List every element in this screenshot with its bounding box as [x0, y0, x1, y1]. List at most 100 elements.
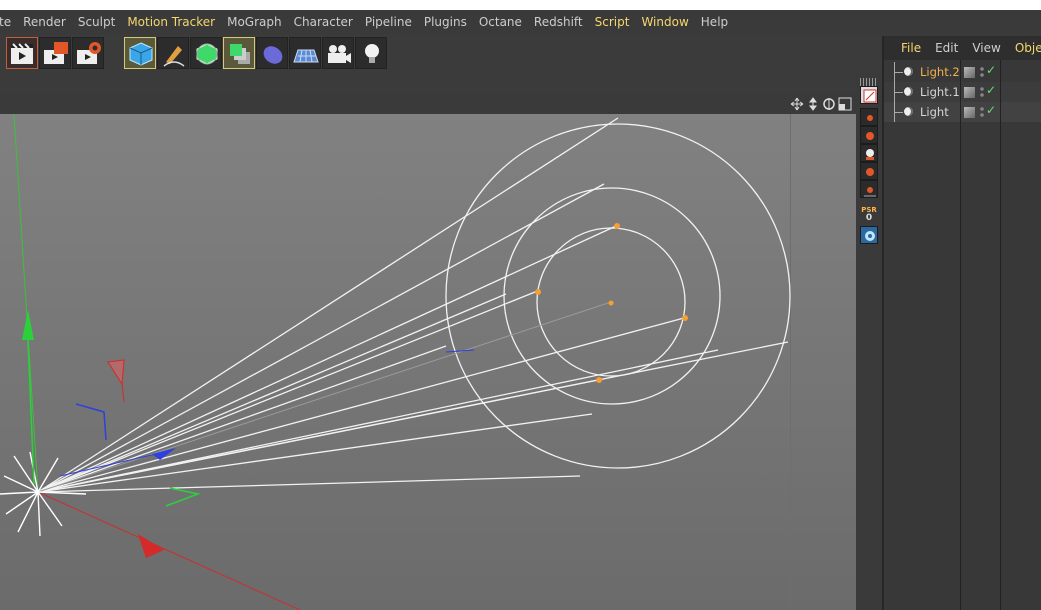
menu-mograph[interactable]: MoGraph — [221, 10, 288, 34]
object-name[interactable]: Light.1 — [920, 85, 960, 99]
render-view-button[interactable] — [6, 37, 38, 69]
camera-icon — [328, 45, 351, 63]
light-direction-line — [37, 301, 612, 493]
menu-plugins[interactable]: Plugins — [418, 10, 473, 34]
object-manager-menu: File Edit View Obje — [882, 36, 1041, 60]
psr-value: 0 — [865, 213, 873, 223]
menu-help[interactable]: Help — [695, 10, 734, 34]
render-tool-group — [6, 37, 104, 71]
om-menu-view[interactable]: View — [965, 41, 1007, 55]
move-handle-icon — [867, 115, 873, 121]
layer-tag-icon[interactable] — [964, 107, 975, 118]
main-toolbar — [0, 34, 882, 94]
om-menu-edit[interactable]: Edit — [928, 41, 965, 55]
vertical-tool-strip: PSR 0 — [856, 74, 882, 610]
move-arrows-icon — [790, 97, 804, 111]
menu-script[interactable]: Script — [589, 10, 636, 34]
menu-redshift[interactable]: Redshift — [528, 10, 589, 34]
object-row-light-1[interactable]: Light.1 ✓ — [882, 82, 1041, 102]
psr-indicator[interactable]: PSR 0 — [860, 206, 878, 223]
column-divider[interactable] — [1000, 60, 1001, 610]
maximize-view-icon — [838, 97, 852, 111]
spot-light-cone — [37, 117, 791, 493]
deformer-icon — [263, 46, 283, 64]
light-handles[interactable] — [535, 223, 688, 383]
viewport-navigation — [790, 96, 852, 112]
viewport-mode-button[interactable] — [860, 86, 878, 104]
viewport-header — [0, 94, 856, 114]
light-button[interactable] — [355, 37, 387, 69]
light-object-icon — [904, 107, 913, 116]
cube-button[interactable] — [124, 37, 156, 69]
strip-tool-2[interactable] — [860, 126, 878, 144]
xy-plane-stem — [121, 383, 125, 403]
menu-sculpt[interactable]: Sculpt — [72, 10, 121, 34]
strip-tool-4[interactable] — [860, 162, 878, 180]
menu-create[interactable]: te — [0, 10, 17, 34]
render-picture-viewer-icon — [44, 42, 68, 64]
viewport-scene — [0, 114, 791, 610]
yz-plane-handle[interactable] — [75, 403, 107, 441]
visibility-dots-icon[interactable] — [980, 66, 984, 78]
render-settings-button[interactable] — [72, 37, 104, 69]
menu-pipeline[interactable]: Pipeline — [359, 10, 418, 34]
render-settings-icon — [77, 42, 101, 64]
pen-button[interactable] — [157, 37, 189, 69]
rotate-view-icon — [823, 98, 835, 110]
light-bulb-icon — [365, 44, 379, 63]
main-menu-bar: te Render Sculpt Motion Tracker MoGraph … — [0, 10, 1041, 34]
move-view-button[interactable] — [790, 96, 804, 112]
edge-mode-icon — [864, 187, 876, 197]
y-axis-arrow-icon[interactable] — [22, 310, 34, 340]
layer-tag-icon[interactable] — [964, 87, 975, 98]
cloner-button[interactable] — [223, 37, 255, 69]
om-menu-file[interactable]: File — [894, 41, 928, 55]
menu-render[interactable]: Render — [17, 10, 72, 34]
snap-settings-button[interactable] — [860, 226, 878, 244]
x-axis-arrow-icon[interactable] — [138, 534, 164, 558]
object-row-light[interactable]: Light ✓ — [882, 102, 1041, 122]
toggle-view-button[interactable] — [838, 96, 852, 112]
layer-tag-icon[interactable] — [964, 67, 975, 78]
light-object-icon — [904, 87, 913, 96]
menu-window[interactable]: Window — [635, 10, 694, 34]
strip-tool-1[interactable] — [860, 108, 878, 126]
subdivision-button[interactable] — [190, 37, 222, 69]
rotate-handle-icon — [866, 149, 874, 160]
zoom-arrows-icon — [809, 97, 817, 111]
visibility-dots-icon[interactable] — [980, 86, 984, 98]
rotate-view-button[interactable] — [822, 96, 836, 112]
column-divider[interactable] — [960, 60, 961, 610]
strip-tool-3[interactable] — [860, 144, 878, 162]
floor-button[interactable] — [289, 37, 321, 69]
object-name[interactable]: Light.2 — [920, 65, 960, 79]
xz-plane-handle[interactable] — [165, 487, 201, 507]
strip-grip — [860, 78, 878, 86]
menu-octane[interactable]: Octane — [473, 10, 528, 34]
gear-icon — [865, 231, 875, 241]
strip-tool-5[interactable] — [860, 180, 878, 198]
light-object-icon — [904, 67, 913, 76]
zoom-view-button[interactable] — [806, 96, 820, 112]
deformer-button[interactable] — [256, 37, 288, 69]
enabled-check-icon[interactable]: ✓ — [986, 63, 996, 77]
visibility-dots-icon[interactable] — [980, 106, 984, 118]
object-row-light-2[interactable]: Light.2 ✓ — [882, 62, 1041, 82]
scale-handle-icon — [866, 132, 874, 140]
render-picture-viewer-button[interactable] — [39, 37, 71, 69]
menu-character[interactable]: Character — [288, 10, 359, 34]
om-menu-objects[interactable]: Obje — [1008, 41, 1041, 55]
enabled-check-icon[interactable]: ✓ — [986, 103, 996, 117]
camera-button[interactable] — [322, 37, 354, 69]
cloner-icon — [230, 44, 250, 64]
panel-divider[interactable] — [882, 36, 884, 610]
xy-plane-handle[interactable] — [107, 359, 125, 386]
object-name[interactable]: Light — [920, 105, 949, 119]
cube-icon — [129, 42, 153, 66]
menu-motion-tracker[interactable]: Motion Tracker — [121, 10, 221, 34]
x-axis-line — [37, 491, 301, 610]
3d-viewport[interactable] — [0, 114, 856, 610]
enabled-check-icon[interactable]: ✓ — [986, 83, 996, 97]
render-view-icon — [11, 43, 33, 64]
floor-icon — [293, 49, 319, 63]
